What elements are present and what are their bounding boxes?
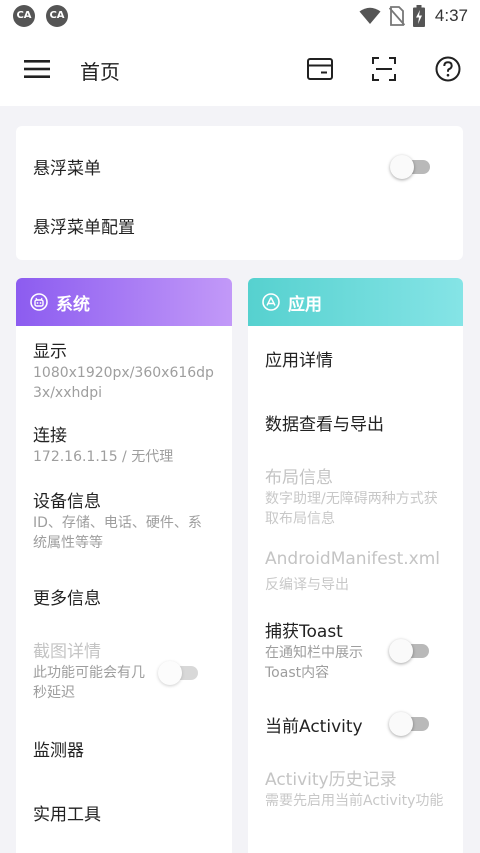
app-details-title: 应用详情 bbox=[265, 351, 333, 371]
screenshot-details-subtitle: 此功能可能会有几秒延迟 bbox=[33, 665, 145, 701]
float-menu-config-label: 悬浮菜单配置 bbox=[33, 218, 135, 238]
app-notification-icon: CA bbox=[46, 5, 68, 27]
system-card: 系统 显示 1080x1920px/360x616dp3x/xxhdpi 连接 … bbox=[16, 278, 232, 853]
list-item-device-info[interactable]: 设备信息 ID、存储、电话、硬件、系统属性等等 bbox=[16, 480, 232, 564]
float-menu-config-row[interactable]: 悬浮菜单配置 bbox=[16, 193, 463, 260]
list-item-data-export[interactable]: 数据查看与导出 bbox=[248, 396, 463, 452]
scan-button[interactable] bbox=[364, 49, 404, 89]
device-info-subtitle: ID、存储、电话、硬件、系统属性等等 bbox=[33, 515, 202, 551]
wifi-icon bbox=[359, 7, 381, 24]
screenshot-details-switch[interactable] bbox=[158, 659, 202, 687]
status-icons: 4:37 bbox=[359, 4, 468, 28]
list-item-manifest[interactable]: AndroidManifest.xml 反编译与导出 bbox=[248, 546, 463, 602]
capture-toast-subtitle: 在通知栏中展示Toast内容 bbox=[265, 645, 363, 681]
list-item-app-details[interactable]: 应用详情 bbox=[248, 332, 463, 388]
page-title: 首页 bbox=[80, 60, 120, 84]
card-icon bbox=[307, 58, 333, 80]
monitor-title: 监测器 bbox=[33, 741, 84, 761]
float-menu-label: 悬浮菜单 bbox=[33, 159, 101, 179]
screenshot-details-title: 截图详情 bbox=[33, 642, 101, 662]
current-activity-title: 当前Activity bbox=[265, 717, 363, 737]
manifest-subtitle: 反编译与导出 bbox=[265, 577, 349, 593]
list-item-display[interactable]: 显示 1080x1920px/360x616dp3x/xxhdpi bbox=[16, 330, 232, 408]
float-menu-switch[interactable] bbox=[390, 153, 434, 181]
layout-info-title: 布局信息 bbox=[265, 468, 333, 488]
capture-toast-switch[interactable] bbox=[389, 637, 433, 665]
activity-history-title: Activity历史记录 bbox=[265, 770, 397, 790]
list-item-current-activity[interactable]: 当前Activity bbox=[248, 700, 463, 752]
app-toolbar: 首页 bbox=[0, 32, 480, 106]
list-item-layout-info[interactable]: 布局信息 数字助理/无障碍两种方式获取布局信息 bbox=[248, 460, 463, 538]
system-header-title: 系统 bbox=[56, 294, 90, 315]
manifest-title: AndroidManifest.xml bbox=[265, 549, 441, 569]
device-info-title: 设备信息 bbox=[33, 492, 101, 512]
list-item-activity-history[interactable]: Activity历史记录 需要先启用当前Activity功能 bbox=[248, 762, 463, 842]
robot-icon bbox=[30, 293, 48, 311]
app-notification-icon: CA bbox=[13, 5, 35, 27]
activity-history-subtitle: 需要先启用当前Activity功能 bbox=[265, 793, 444, 809]
list-item-connection[interactable]: 连接 172.16.1.15 / 无代理 bbox=[16, 414, 232, 474]
card-button[interactable] bbox=[300, 49, 340, 89]
battery-charging-icon bbox=[412, 5, 425, 27]
utilities-title: 实用工具 bbox=[33, 805, 101, 825]
help-icon bbox=[435, 56, 461, 82]
apps-header-title: 应用 bbox=[288, 294, 322, 315]
float-menu-card: 悬浮菜单 悬浮菜单配置 bbox=[16, 126, 463, 260]
system-header: 系统 bbox=[16, 278, 232, 326]
app-store-icon bbox=[262, 293, 280, 311]
menu-icon bbox=[24, 60, 50, 78]
apps-header: 应用 bbox=[248, 278, 463, 326]
display-subtitle: 1080x1920px/360x616dp3x/xxhdpi bbox=[33, 365, 214, 401]
help-button[interactable] bbox=[428, 49, 468, 89]
capture-toast-title: 捕获Toast bbox=[265, 622, 343, 642]
data-export-title: 数据查看与导出 bbox=[265, 415, 384, 435]
status-bar: CA CA 4:37 bbox=[0, 0, 480, 32]
menu-button[interactable] bbox=[16, 49, 58, 89]
list-item-screenshot-details[interactable]: 截图详情 此功能可能会有几秒延迟 bbox=[16, 630, 232, 714]
connection-title: 连接 bbox=[33, 426, 67, 446]
apps-card: 应用 应用详情 数据查看与导出 布局信息 数字助理/无障碍两种方式获取布局信息 … bbox=[248, 278, 463, 853]
no-sim-icon bbox=[388, 6, 405, 26]
current-activity-switch[interactable] bbox=[389, 710, 433, 738]
float-menu-row[interactable]: 悬浮菜单 bbox=[16, 126, 463, 193]
more-info-title: 更多信息 bbox=[33, 589, 101, 609]
layout-info-subtitle: 数字助理/无障碍两种方式获取布局信息 bbox=[265, 491, 438, 527]
scan-icon bbox=[372, 57, 396, 81]
list-item-more-info[interactable]: 更多信息 bbox=[16, 570, 232, 622]
display-title: 显示 bbox=[33, 342, 67, 362]
clock: 4:37 bbox=[434, 6, 468, 25]
list-item-monitor[interactable]: 监测器 bbox=[16, 722, 232, 778]
list-item-capture-toast[interactable]: 捕获Toast 在通知栏中展示Toast内容 bbox=[248, 612, 463, 690]
connection-subtitle: 172.16.1.15 / 无代理 bbox=[33, 449, 174, 465]
list-item-utilities[interactable]: 实用工具 bbox=[16, 786, 232, 842]
